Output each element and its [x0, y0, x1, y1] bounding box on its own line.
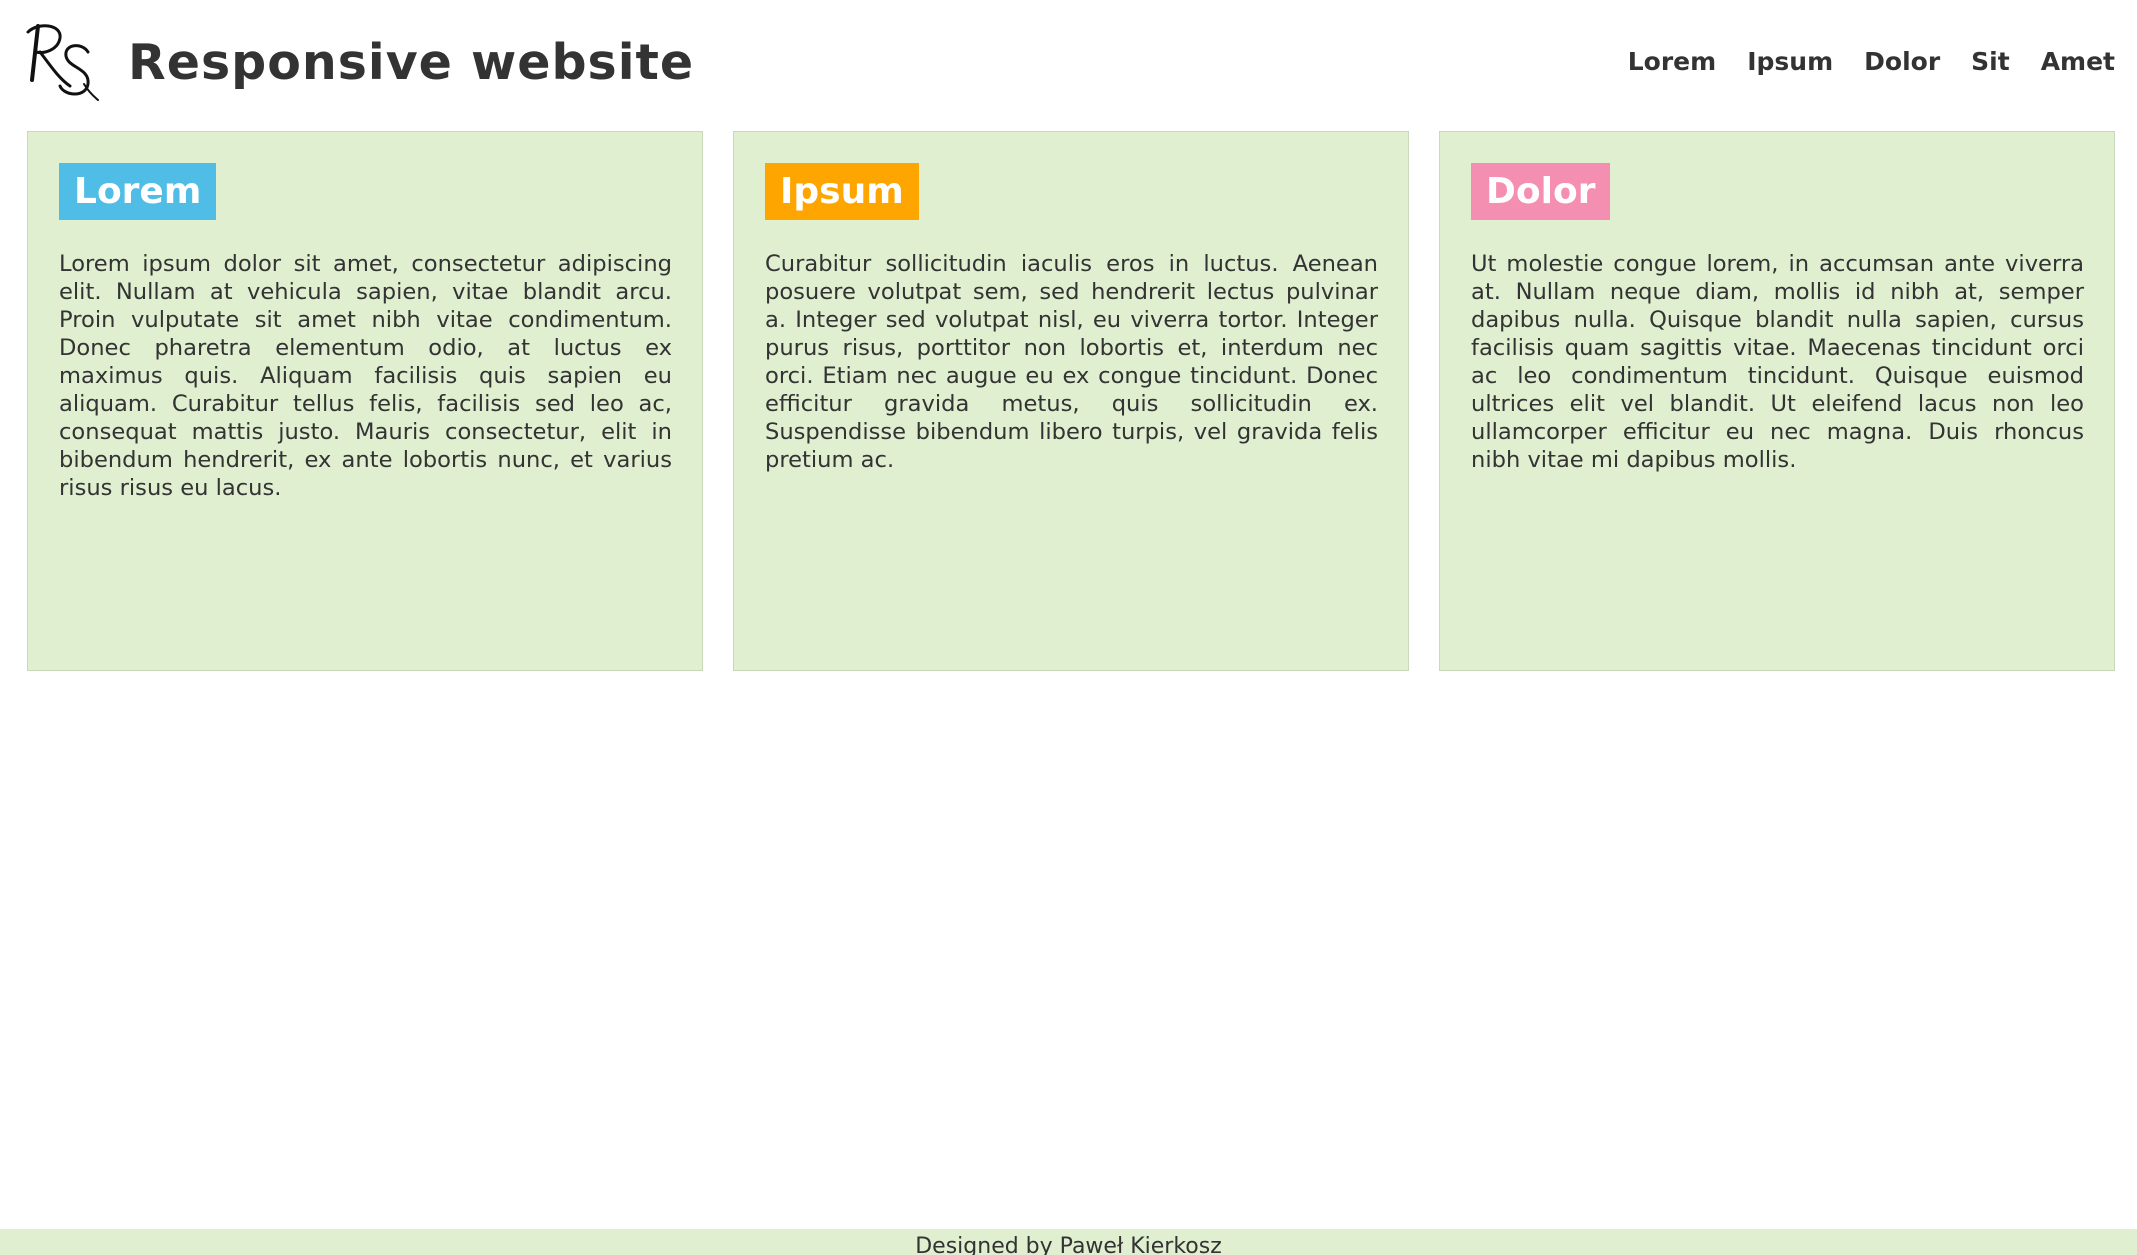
card-dolor: Dolor Ut molestie congue lorem, in accum… [1439, 131, 2115, 671]
main-nav: Lorem Ipsum Dolor Sit Amet [1628, 40, 2115, 84]
content-area: Lorem Lorem ipsum dolor sit amet, consec… [27, 131, 2115, 671]
card-ipsum: Ipsum Curabitur sollicitudin iaculis ero… [733, 131, 1409, 671]
rs-monogram-logo[interactable] [24, 22, 100, 102]
card-title-lorem: Lorem [59, 163, 217, 220]
footer-credit: Designed by Paweł Kierkosz [915, 1234, 1222, 1255]
card-text-dolor: Ut molestie congue lorem, in accumsan an… [1471, 251, 2084, 473]
nav-item-ipsum[interactable]: Ipsum [1747, 40, 1833, 84]
nav-item-lorem[interactable]: Lorem [1628, 40, 1716, 84]
card-title-ipsum: Ipsum [765, 163, 919, 220]
nav-item-dolor[interactable]: Dolor [1864, 40, 1940, 84]
card-lorem: Lorem Lorem ipsum dolor sit amet, consec… [27, 131, 703, 671]
site-footer: Designed by Paweł Kierkosz [0, 1229, 2137, 1255]
card-text-lorem: Lorem ipsum dolor sit amet, consectetur … [59, 251, 672, 501]
card-title-dolor: Dolor [1471, 163, 1611, 220]
nav-item-amet[interactable]: Amet [2041, 40, 2115, 84]
site-title: Responsive website [128, 34, 695, 91]
site-header: Responsive website Lorem Ipsum Dolor Sit… [0, 0, 2137, 130]
card-text-ipsum: Curabitur sollicitudin iaculis eros in l… [765, 251, 1378, 473]
nav-item-sit[interactable]: Sit [1971, 40, 2010, 84]
